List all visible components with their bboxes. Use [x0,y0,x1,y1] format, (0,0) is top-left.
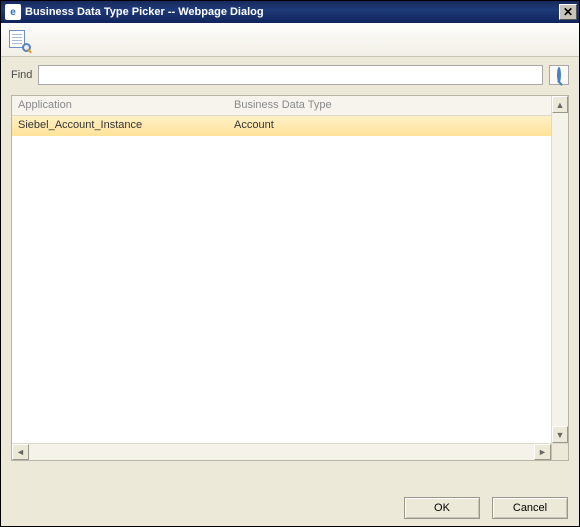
dialog-footer: OK Cancel [404,497,568,519]
cell-business-data-type: Account [228,116,551,136]
column-header-business-data-type[interactable]: Business Data Type [228,96,551,115]
find-go-button[interactable] [549,65,569,85]
cell-application: Siebel_Account_Instance [12,116,228,136]
ie-icon: e [5,4,21,20]
scrollbar-corner [551,444,568,460]
find-row: Find [11,65,569,85]
dialog-content: Find Application Business Data Type Sieb… [1,57,579,461]
grid-header: Application Business Data Type [12,96,551,116]
vertical-scroll-track[interactable] [552,113,568,426]
column-header-application[interactable]: Application [12,96,228,115]
scroll-right-button[interactable]: ► [534,444,551,460]
search-icon [557,69,561,81]
grid-body: Siebel_Account_Instance Account [12,116,551,443]
results-grid: Application Business Data Type Siebel_Ac… [12,96,551,443]
horizontal-scrollbar[interactable]: ◄ ► [12,443,568,460]
horizontal-scroll-track[interactable] [29,444,534,460]
close-button[interactable]: ✕ [559,4,577,20]
find-label: Find [11,69,32,81]
scroll-down-button[interactable]: ▼ [552,426,568,443]
table-row[interactable]: Siebel_Account_Instance Account [12,116,551,136]
browse-icon[interactable] [7,28,31,52]
results-panel: Application Business Data Type Siebel_Ac… [11,95,569,461]
vertical-scrollbar[interactable]: ▲ ▼ [551,96,568,443]
title-bar: e Business Data Type Picker -- Webpage D… [1,1,579,23]
find-input[interactable] [38,65,543,85]
scroll-left-button[interactable]: ◄ [12,444,29,460]
scroll-up-button[interactable]: ▲ [552,96,568,113]
toolbar [1,23,579,57]
ok-button[interactable]: OK [404,497,480,519]
cancel-button[interactable]: Cancel [492,497,568,519]
window-title: Business Data Type Picker -- Webpage Dia… [25,6,559,18]
